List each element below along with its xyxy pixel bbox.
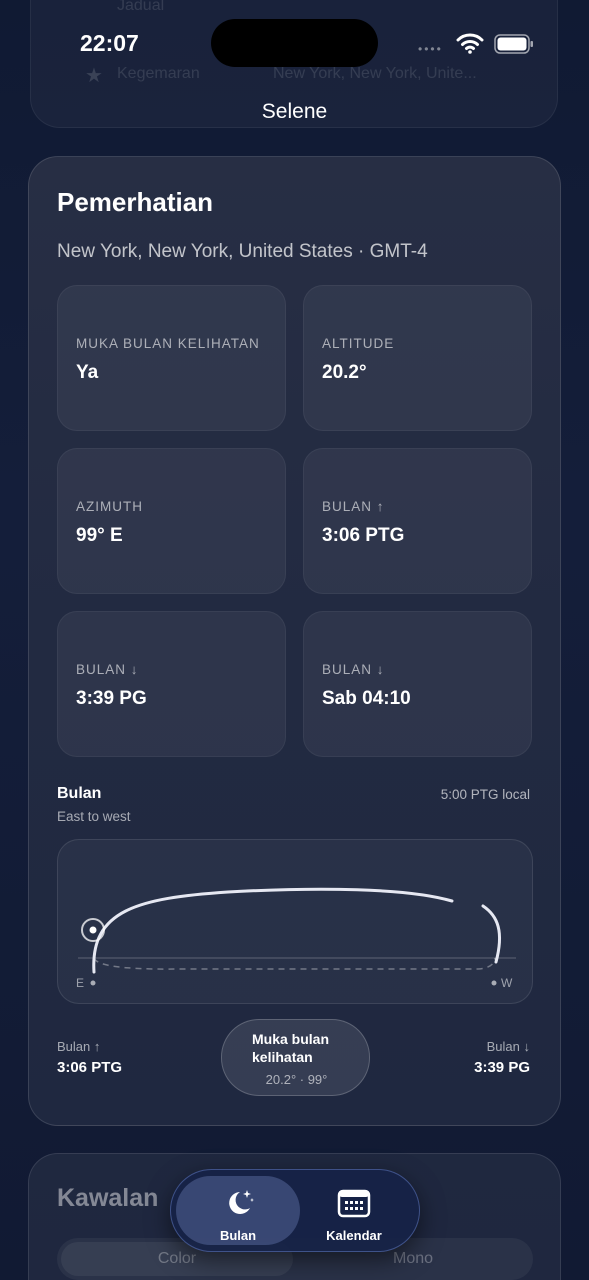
tile-label: MUKA BULAN KELIHATAN <box>76 336 260 351</box>
tile-azimuth: AZIMUTH 99° E <box>57 448 286 594</box>
tab-moon-label: Bulan <box>219 1228 257 1243</box>
tile-label: AZIMUTH <box>76 499 143 514</box>
star-icon: ★ <box>85 65 103 87</box>
dynamic-island <box>211 19 378 67</box>
battery-icon <box>494 34 533 54</box>
moonrise-label: Bulan ↑ <box>57 1039 101 1054</box>
card-title: Pemerhatian <box>57 187 214 217</box>
moon-position-dot <box>89 926 97 934</box>
moon-arc-path <box>92 887 454 974</box>
location-subtitle: New York, New York, United States · GMT-… <box>57 241 428 262</box>
controls-title: Kawalan <box>57 1184 159 1212</box>
moon-path-svg <box>78 887 516 986</box>
observation-card: Pemerhatian New York, New York, United S… <box>28 156 561 1126</box>
tile-value: 3:06 PTG <box>322 525 405 546</box>
east-label: E <box>76 976 85 990</box>
tile-altitude: ALTITUDE 20.2° <box>303 285 532 431</box>
east-point <box>90 980 96 986</box>
tile-moonset: BULAN ↓ 3:39 PG <box>57 611 286 757</box>
tile-value: Sab 04:10 <box>322 688 411 709</box>
tile-moon-visible: MUKA BULAN KELIHATAN Ya <box>57 285 286 431</box>
moonset-value: 3:39 PG <box>474 1059 530 1076</box>
tile-value: 99° E <box>76 525 123 546</box>
tile-label: BULAN ↓ <box>322 662 385 677</box>
background-card-line: Jadual <box>117 0 165 14</box>
moon-stars-icon <box>229 1190 254 1214</box>
moonrise-value: 3:06 PTG <box>57 1059 123 1076</box>
moon-path-chart[interactable]: E W <box>57 839 533 1004</box>
moon-status-pill[interactable]: Muka bulan kelihatan 20.2° · 99° <box>221 1019 370 1096</box>
tile-value: Ya <box>76 362 99 383</box>
favorite-value: New York, New York, Unite... <box>273 65 477 82</box>
favorite-label: Kegemaran <box>117 65 200 82</box>
moon-path-subtitle: East to west <box>57 809 131 824</box>
pill-title: Muka bulan kelihatan <box>252 1031 330 1065</box>
tab-calendar-label: Kalendar <box>326 1228 382 1243</box>
moonset-label: Bulan ↓ <box>486 1039 530 1054</box>
pill-subtitle: 20.2° · 99° <box>265 1072 328 1087</box>
west-label: W <box>501 976 513 990</box>
tile-value: 3:39 PG <box>76 688 147 709</box>
tab-calendar[interactable]: Kalendar <box>292 1176 416 1245</box>
tile-label: BULAN ↓ <box>76 662 139 677</box>
tile-label: BULAN ↑ <box>322 499 385 514</box>
status-time: 22:07 <box>80 30 139 56</box>
west-point <box>491 980 497 986</box>
calendar-icon <box>337 1189 371 1218</box>
tile-moonrise: BULAN ↑ 3:06 PTG <box>303 448 532 594</box>
moon-path-title: Bulan <box>57 785 102 802</box>
tile-label: ALTITUDE <box>322 336 395 351</box>
tab-bar: Bulan Kalendar <box>170 1169 420 1252</box>
tile-next-moonset: BULAN ↓ Sab 04:10 <box>303 611 532 757</box>
below-horizon-path <box>93 957 496 970</box>
tab-moon[interactable]: Bulan <box>176 1176 300 1245</box>
tile-value: 20.2° <box>322 362 367 383</box>
moon-arc-end <box>481 904 502 964</box>
moon-path-time: 5:00 PTG local <box>440 787 530 802</box>
wifi-icon <box>456 33 484 54</box>
cellular-signal-icon: •••• <box>418 42 443 56</box>
app-title: Selene <box>261 100 328 123</box>
